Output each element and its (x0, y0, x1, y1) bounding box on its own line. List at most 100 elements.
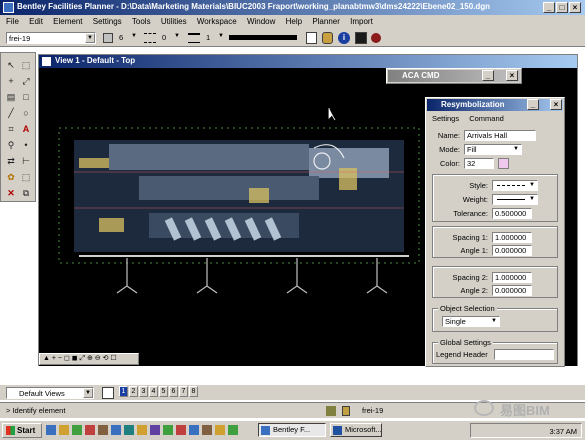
app-titlebar: Bentley Facilities Planner - D:\Data\Mar… (0, 0, 585, 15)
angle1-field[interactable]: 0.000000 (492, 245, 532, 256)
record-icon[interactable] (371, 33, 381, 43)
object-selection-select[interactable]: Single ▼ (442, 316, 500, 327)
quick-launch-icon[interactable] (202, 425, 212, 435)
point-icon[interactable]: • (20, 139, 32, 151)
quick-launch-icon[interactable] (59, 425, 69, 435)
delete-icon[interactable]: ✕ (5, 187, 17, 199)
chevron-down-icon[interactable]: ▼ (131, 33, 137, 39)
menu-edit[interactable]: Edit (29, 17, 43, 26)
resymb-minimize-button[interactable]: _ (527, 99, 539, 110)
menu-workspace[interactable]: Workspace (197, 17, 237, 26)
chevron-down-icon: ▼ (529, 182, 535, 188)
quick-launch-icon[interactable] (46, 425, 56, 435)
spacing1-field[interactable]: 1.000000 (492, 232, 532, 243)
menu-file[interactable]: File (6, 17, 19, 26)
menu-window[interactable]: Window (247, 17, 275, 26)
circle-icon[interactable]: ○ (20, 107, 32, 119)
style-value[interactable]: 0 (162, 33, 166, 42)
view-page-5[interactable]: 5 (159, 386, 168, 397)
view-page-2[interactable]: 2 (129, 386, 138, 397)
resymb-menu-command[interactable]: Command (469, 114, 504, 123)
task-microsoft[interactable]: Microsoft... (330, 423, 382, 437)
aca-minimize-button[interactable]: _ (482, 70, 494, 81)
quick-launch-icon[interactable] (85, 425, 95, 435)
document-icon[interactable] (306, 32, 317, 44)
modify-icon[interactable]: ⇄ (5, 155, 17, 167)
menu-planner[interactable]: Planner (312, 17, 340, 26)
menu-utilities[interactable]: Utilities (161, 17, 187, 26)
maximize-button[interactable]: □ (556, 2, 568, 13)
start-button[interactable]: Start (2, 423, 42, 438)
view-title: View 1 - Default - Top (55, 56, 136, 65)
dashed-line-preview (497, 185, 525, 186)
menu-help[interactable]: Help (286, 17, 302, 26)
close-button[interactable]: × (569, 2, 581, 13)
cell-icon[interactable]: ⌗ (5, 123, 17, 135)
view-page-6[interactable]: 6 (169, 386, 178, 397)
menu-element[interactable]: Element (53, 17, 82, 26)
database-icon[interactable] (322, 32, 333, 44)
select-arrow-icon[interactable]: ↖ (5, 59, 17, 71)
view-control-bar[interactable]: ▲ + − ◻ ◼ ⤢ ⊕ ⊖ ⟲ ☐ (39, 353, 139, 365)
color-swatch[interactable] (498, 158, 509, 169)
spacing2-field[interactable]: 1.000000 (492, 272, 532, 283)
quick-launch-icon[interactable] (72, 425, 82, 435)
name-field[interactable]: Arrivals Hall (464, 130, 536, 141)
info-icon[interactable]: i (338, 32, 350, 44)
quick-launch-icon[interactable] (137, 425, 147, 435)
weight-select[interactable]: ▼ (492, 194, 538, 205)
line-icon[interactable]: ╱ (5, 107, 17, 119)
menu-tools[interactable]: Tools (132, 17, 151, 26)
snap-icon[interactable]: + (5, 75, 17, 87)
menu-import[interactable]: Import (350, 17, 373, 26)
fence-icon[interactable]: ⬚ (20, 59, 32, 71)
measure-icon[interactable]: ⊢ (20, 155, 32, 167)
angle2-field[interactable]: 0.000000 (492, 285, 532, 296)
text-tool-icon[interactable]: ▤ (5, 91, 17, 103)
views-dialog-icon[interactable] (102, 387, 114, 399)
aca-close-button[interactable]: × (506, 70, 518, 81)
chevron-down-icon: ▼ (513, 146, 519, 152)
resymbolization-dialog: Resymbolization _ × Settings Command Nam… (425, 97, 565, 367)
pattern-icon[interactable]: ✿ (5, 171, 17, 183)
task-bentley[interactable]: Bentley F... (258, 423, 326, 437)
quick-launch-icon[interactable] (163, 425, 173, 435)
dimension-icon[interactable]: ⚲ (5, 139, 17, 151)
quick-launch-icon[interactable] (98, 425, 108, 435)
view-page-7[interactable]: 7 (179, 386, 188, 397)
chevron-down-icon[interactable]: ▼ (218, 33, 224, 39)
copy-icon[interactable]: ⧉ (20, 187, 32, 199)
resymb-close-button[interactable]: × (550, 99, 562, 110)
quick-launch-icon[interactable] (189, 425, 199, 435)
color-field[interactable]: 32 (464, 158, 494, 169)
view-page-1[interactable]: 1 (119, 386, 128, 397)
quick-launch-icon[interactable] (228, 425, 238, 435)
group-icon[interactable]: ⬚ (20, 171, 32, 183)
quick-launch-icon[interactable] (111, 425, 121, 435)
resymb-menu-settings[interactable]: Settings (432, 114, 459, 123)
view-page-3[interactable]: 3 (139, 386, 148, 397)
rectangle-icon[interactable]: □ (20, 91, 32, 103)
views-select[interactable]: Default Views ▼ (6, 387, 94, 399)
quick-launch-icon[interactable] (176, 425, 186, 435)
manipulate-icon[interactable]: ⤢ (20, 75, 32, 87)
weight-value[interactable]: 1 (206, 33, 210, 42)
legend-header-field[interactable] (494, 349, 554, 360)
view-page-8[interactable]: 8 (189, 386, 198, 397)
tolerance-field[interactable]: 0.500000 (492, 208, 532, 219)
color-value[interactable]: 6 (119, 33, 123, 42)
quick-launch-icon[interactable] (150, 425, 160, 435)
minimize-button[interactable]: _ (543, 2, 555, 13)
style-select[interactable]: ▼ (492, 180, 538, 191)
view-page-4[interactable]: 4 (149, 386, 158, 397)
attribute-toolbar: frei-19 ▼ 6 ▼ 0 ▼ 1 ▼ i (0, 29, 585, 47)
menu-settings[interactable]: Settings (93, 17, 122, 26)
mode-label: Mode: (439, 145, 460, 154)
chevron-down-icon[interactable]: ▼ (174, 33, 180, 39)
quick-launch-icon[interactable] (124, 425, 134, 435)
level-select[interactable]: frei-19 ▼ (6, 32, 96, 44)
mode-select[interactable]: Fill ▼ (464, 144, 522, 155)
grid-icon[interactable] (355, 32, 367, 44)
quick-launch-icon[interactable] (215, 425, 225, 435)
text-a-icon[interactable]: A (20, 123, 32, 135)
